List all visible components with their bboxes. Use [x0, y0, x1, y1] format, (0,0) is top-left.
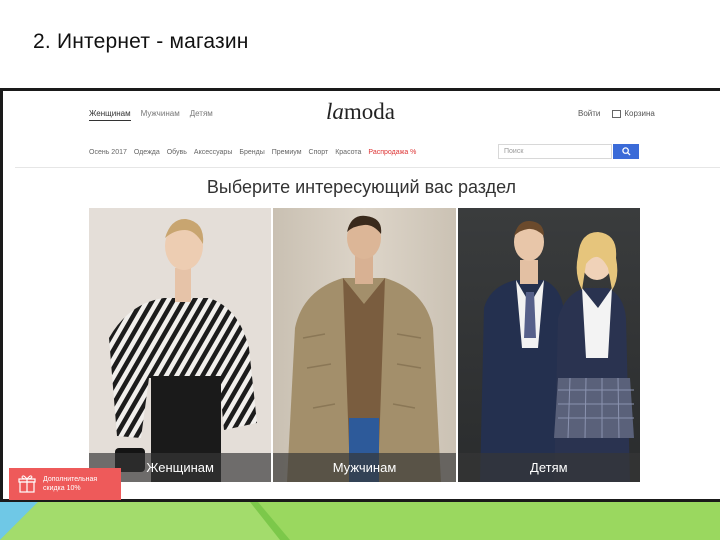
- header-divider: [15, 167, 720, 168]
- nav-women[interactable]: Женщинам: [89, 109, 131, 121]
- nav-men[interactable]: Мужчинам: [141, 109, 180, 121]
- promo-badge[interactable]: Дополнительная скидка 10%: [9, 468, 121, 500]
- category-item[interactable]: Одежда: [134, 149, 160, 156]
- panel-men-label: Мужчинам: [273, 453, 456, 482]
- promo-line-1: Дополнительная: [43, 476, 98, 483]
- category-item[interactable]: Бренды: [239, 149, 264, 156]
- section-headline: Выберите интересующий вас раздел: [206, 177, 517, 197]
- panel-kids[interactable]: Детям: [455, 208, 640, 482]
- nav-kids[interactable]: Детям: [190, 109, 213, 121]
- kids-photo: [479, 220, 634, 482]
- cart-label: Корзина: [624, 109, 655, 118]
- category-nav: Осень 2017 Одежда Обувь Аксессуары Бренд…: [89, 149, 416, 156]
- category-item[interactable]: Спорт: [309, 149, 329, 156]
- category-sale[interactable]: Распродажа %: [368, 149, 416, 156]
- promo-line-2: скидка 10%: [43, 485, 81, 492]
- cart-link[interactable]: Корзина: [612, 109, 655, 118]
- panel-women[interactable]: Женщинам: [89, 208, 272, 482]
- promo-text: Дополнительная скидка 10%: [43, 475, 97, 493]
- category-item[interactable]: Аксессуары: [194, 149, 232, 156]
- account-area: Войти Корзина: [578, 109, 655, 118]
- decorative-green-strip: [0, 502, 720, 540]
- login-link[interactable]: Войти: [578, 109, 600, 118]
- category-item[interactable]: Красота: [335, 149, 361, 156]
- search-button[interactable]: [613, 144, 639, 159]
- search-icon: [621, 147, 631, 156]
- panel-men[interactable]: Мужчинам: [271, 208, 456, 482]
- women-photo: [109, 218, 257, 482]
- logo-suffix: moda: [343, 99, 395, 124]
- panel-kids-label: Детям: [457, 453, 640, 482]
- section-panels: Женщинам Мужчинам Детям: [89, 208, 640, 482]
- cart-icon: [612, 109, 622, 118]
- men-photo: [287, 215, 442, 482]
- category-item[interactable]: Осень 2017: [89, 149, 127, 156]
- category-item[interactable]: Обувь: [167, 149, 187, 156]
- website-screenshot: Женщинам Мужчинам Детям lamoda Войти Кор…: [0, 88, 720, 502]
- gender-nav: Женщинам Мужчинам Детям: [89, 109, 213, 121]
- site-logo[interactable]: lamoda: [326, 99, 395, 125]
- search-input[interactable]: Поиск: [498, 144, 612, 159]
- category-item[interactable]: Премиум: [272, 149, 302, 156]
- slide-title: 2. Интернет - магазин: [33, 30, 249, 53]
- gift-icon: [18, 475, 36, 493]
- logo-prefix: la: [326, 99, 344, 124]
